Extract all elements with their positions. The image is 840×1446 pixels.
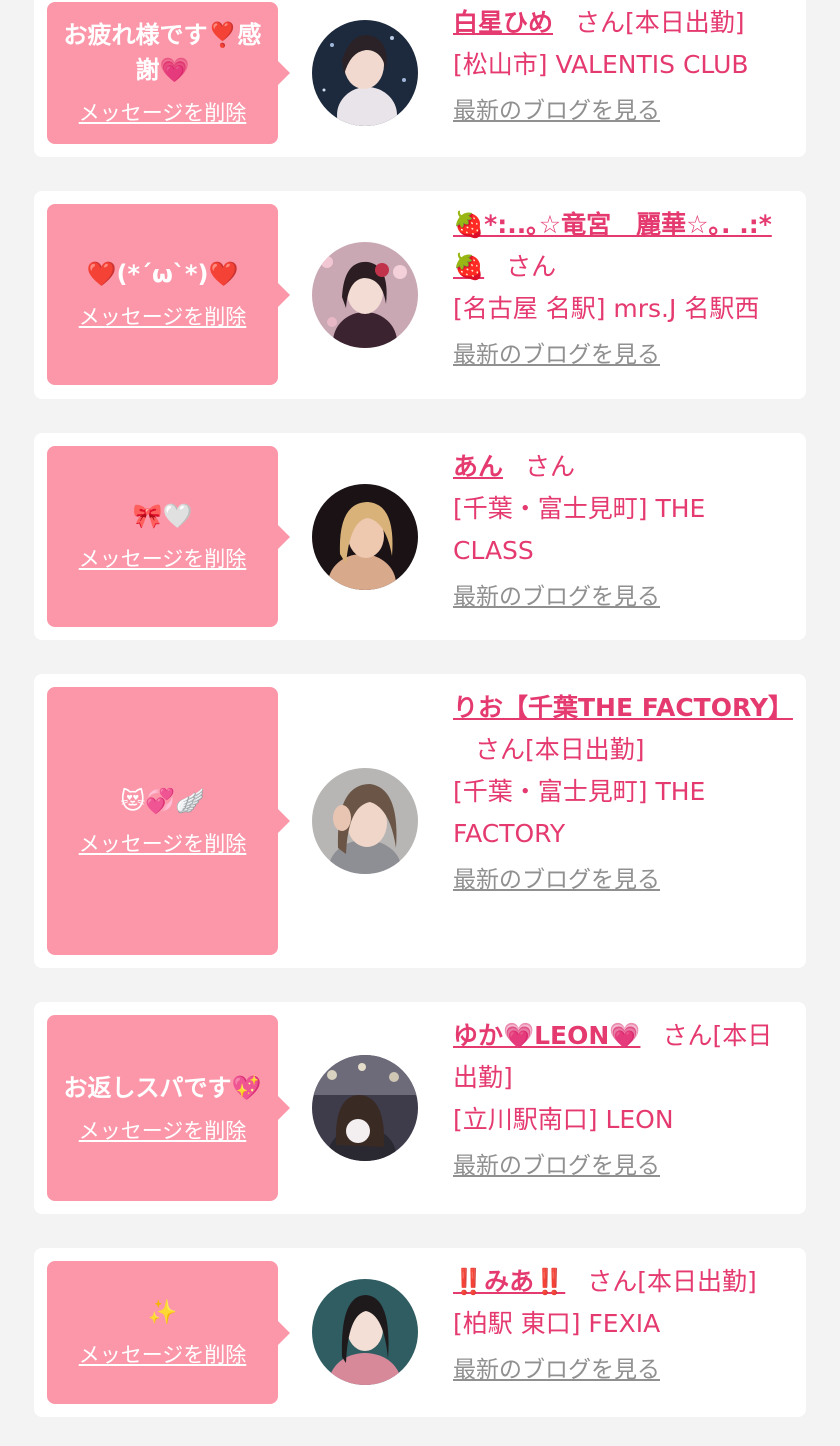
message-text: 😻💞🪽: [120, 786, 205, 815]
honorific-label: さん: [475, 735, 526, 764]
shop-label: [松山市] VALENTIS CLUB: [453, 50, 749, 79]
profile-info: ‼️みあ‼️ さん[本日出勤] [柏駅 東口] FEXIA 最新のブログを見る: [453, 1261, 793, 1390]
delete-message-link[interactable]: メッセージを削除: [79, 302, 247, 332]
honorific-label: さん: [575, 8, 626, 37]
profile-avatar[interactable]: [312, 1279, 418, 1385]
message-bubble: お疲れ様です❣️感謝💗 メッセージを削除: [47, 2, 290, 144]
message-card: 🎀🤍 メッセージを削除 あん さん [千葉・富士見町] THE CLASS 最新の…: [34, 433, 806, 640]
profile-avatar[interactable]: [312, 242, 418, 348]
latest-blog-link[interactable]: 最新のブログを見る: [453, 338, 660, 372]
message-card: ❤️(*´ω`*)❤️ メッセージを削除 🍓*:..｡☆竜宮 麗華☆｡. .:*…: [34, 191, 806, 399]
message-bubble: 😻💞🪽 メッセージを削除: [47, 687, 290, 955]
girl-name-link[interactable]: ゆか💗LEON💗: [453, 1021, 640, 1050]
message-bubble: ✨ メッセージを削除: [47, 1261, 290, 1404]
delete-message-link[interactable]: メッセージを削除: [79, 1340, 247, 1370]
delete-message-link[interactable]: メッセージを削除: [79, 829, 247, 859]
profile-avatar[interactable]: [312, 768, 418, 874]
latest-blog-link[interactable]: 最新のブログを見る: [453, 863, 660, 897]
attendance-status: [本日出勤]: [525, 735, 645, 764]
message-text: 🎀🤍: [132, 502, 193, 530]
girl-name-link[interactable]: 🍓*:..｡☆竜宮 麗華☆｡. .:*🍓: [453, 210, 772, 281]
profile-info: ゆか💗LEON💗 さん[本日出勤] [立川駅南口] LEON 最新のブログを見る: [453, 1015, 793, 1186]
profile-avatar[interactable]: [312, 20, 418, 126]
message-text: お疲れ様です❣️感謝💗: [63, 21, 262, 84]
message-text: ✨: [147, 1298, 178, 1326]
profile-avatar[interactable]: [312, 1055, 418, 1161]
latest-blog-link[interactable]: 最新のブログを見る: [453, 1353, 660, 1387]
shop-label: [名古屋 名駅] mrs.J 名駅西: [453, 294, 760, 323]
shop-label: [千葉・富士見町] THE CLASS: [453, 494, 706, 565]
profile-info: りお【千葉THE FACTORY】さん[本日出勤] [千葉・富士見町] THE …: [453, 687, 793, 900]
girl-name-link[interactable]: りお【千葉THE FACTORY】: [453, 693, 793, 722]
latest-blog-link[interactable]: 最新のブログを見る: [453, 580, 660, 614]
message-card: ✨ メッセージを削除 ‼️みあ‼️ さん[本日出勤] [柏駅 東口] FEXIA …: [34, 1248, 806, 1417]
girl-name-link[interactable]: あん: [453, 452, 503, 481]
profile-avatar[interactable]: [312, 484, 418, 590]
message-card: 😻💞🪽 メッセージを削除 りお【千葉THE FACTORY】さん[本日出勤] […: [34, 674, 806, 968]
honorific-label: さん: [506, 252, 557, 281]
attendance-status: [本日出勤]: [625, 8, 745, 37]
shop-label: [千葉・富士見町] THE FACTORY: [453, 777, 706, 848]
girl-photo-avatar-icon: [312, 242, 418, 348]
profile-info: あん さん [千葉・富士見町] THE CLASS 最新のブログを見る: [453, 446, 793, 617]
delete-message-link[interactable]: メッセージを削除: [79, 98, 247, 128]
honorific-label: さん: [525, 452, 576, 481]
message-bubble: お返しスパです💖 メッセージを削除: [47, 1015, 290, 1201]
girl-photo-avatar-icon: [312, 484, 418, 590]
honorific-label: さん: [587, 1267, 638, 1296]
girl-photo-avatar-icon: [312, 20, 418, 126]
delete-message-link[interactable]: メッセージを削除: [79, 544, 247, 574]
message-text: お返しスパです💖: [63, 1073, 262, 1102]
message-card: お疲れ様です❣️感謝💗 メッセージを削除 白星ひめ さん[本日出勤] [松山市] …: [34, 0, 806, 157]
girl-name-link[interactable]: 白星ひめ: [453, 8, 553, 37]
message-bubble: 🎀🤍 メッセージを削除: [47, 446, 290, 627]
girl-photo-avatar-icon: [312, 1279, 418, 1385]
latest-blog-link[interactable]: 最新のブログを見る: [453, 1149, 660, 1183]
profile-info: 白星ひめ さん[本日出勤] [松山市] VALENTIS CLUB 最新のブログを…: [453, 2, 793, 131]
girl-name-link[interactable]: ‼️みあ‼️: [453, 1267, 565, 1296]
latest-blog-link[interactable]: 最新のブログを見る: [453, 94, 660, 128]
message-text: ❤️(*´ω`*)❤️: [86, 260, 239, 288]
message-bubble: ❤️(*´ω`*)❤️ メッセージを削除: [47, 204, 290, 385]
shop-label: [柏駅 東口] FEXIA: [453, 1309, 661, 1338]
girl-photo-avatar-icon: [312, 768, 418, 874]
profile-info: 🍓*:..｡☆竜宮 麗華☆｡. .:*🍓 さん [名古屋 名駅] mrs.J 名駅…: [453, 204, 793, 375]
message-list: お疲れ様です❣️感謝💗 メッセージを削除 白星ひめ さん[本日出勤] [松山市] …: [0, 0, 840, 1446]
message-card: お返しスパです💖 メッセージを削除 ゆか💗LEON💗 さん[本日出勤] [立川駅南…: [34, 1002, 806, 1214]
shop-label: [立川駅南口] LEON: [453, 1105, 674, 1134]
attendance-status: [本日出勤]: [637, 1267, 757, 1296]
delete-message-link[interactable]: メッセージを削除: [79, 1116, 247, 1146]
honorific-label: さん: [662, 1021, 713, 1050]
girl-photo-avatar-icon: [312, 1055, 418, 1161]
